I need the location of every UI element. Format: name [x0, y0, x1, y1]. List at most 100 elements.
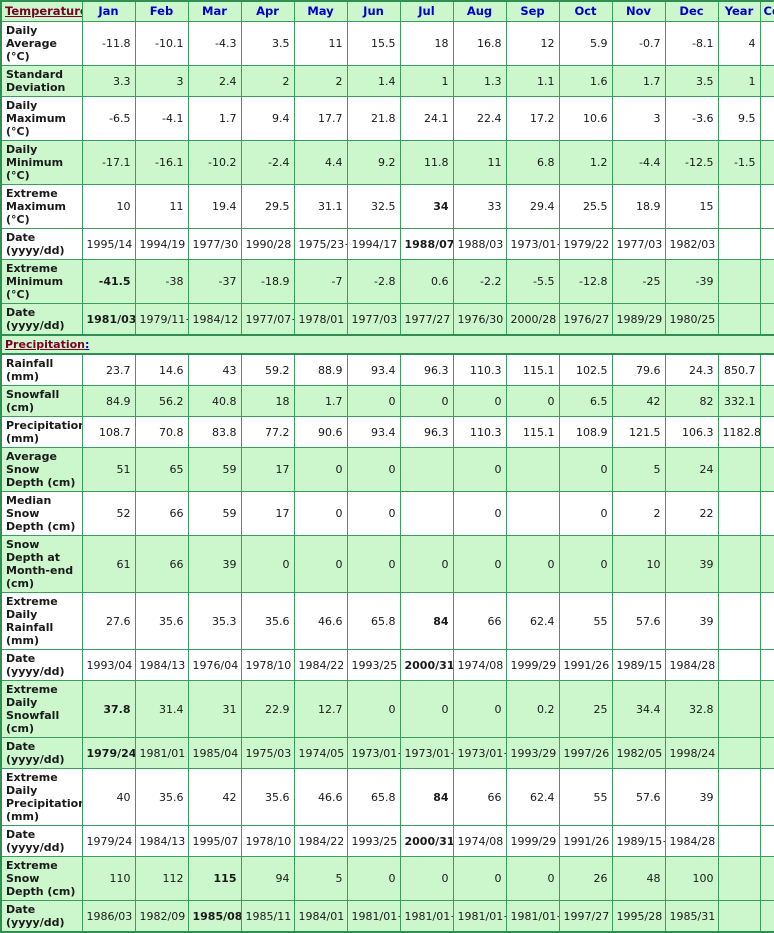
data-cell-code: C [759, 447, 774, 492]
row-label: Snowfall (cm) [0, 385, 83, 417]
data-cell: 1973/01+ [346, 737, 401, 769]
data-cell: 96.3 [399, 416, 454, 448]
data-cell-year [717, 491, 761, 536]
column-header-jul: Jul [399, 0, 454, 22]
data-cell-code [759, 592, 774, 650]
data-cell: 26 [558, 856, 613, 901]
data-cell: 79.6 [611, 353, 666, 386]
data-cell: 108.9 [558, 416, 613, 448]
data-cell: 1.4 [346, 65, 401, 97]
data-cell-year [717, 259, 761, 304]
data-cell: 17 [240, 447, 295, 492]
data-cell: 93.4 [346, 416, 401, 448]
data-cell: 1 [399, 65, 454, 97]
column-header-feb: Feb [134, 0, 189, 22]
data-cell: 1984/22 [293, 649, 348, 681]
data-cell-year [717, 680, 761, 738]
data-cell-code [759, 303, 774, 336]
data-cell: -39 [664, 259, 719, 304]
data-cell: 1978/01 [293, 303, 348, 336]
data-cell: 1989/15+ [611, 825, 666, 857]
data-cell: 115.1 [505, 353, 560, 386]
data-cell: 2000/28 [505, 303, 560, 336]
data-cell [399, 491, 454, 536]
data-cell: 55 [558, 592, 613, 650]
data-cell: 3 [611, 96, 666, 141]
data-cell: 62.4 [505, 768, 560, 826]
data-cell: 1984/13 [134, 825, 189, 857]
data-cell: 25.5 [558, 184, 613, 229]
data-cell: 35.3 [187, 592, 242, 650]
data-cell: 39 [187, 535, 242, 593]
data-cell-year [717, 535, 761, 593]
data-cell: 5 [611, 447, 666, 492]
data-cell: -10.2 [187, 140, 242, 185]
data-cell-code: A [759, 96, 774, 141]
data-cell-year [717, 447, 761, 492]
data-cell: 1990/28 [240, 228, 295, 260]
data-cell: 0 [346, 680, 401, 738]
row-label: Date (yyyy/dd) [0, 303, 83, 336]
row-label: Daily Maximum (°C) [0, 96, 83, 141]
data-cell: 6.5 [558, 385, 613, 417]
data-cell: 94 [240, 856, 295, 901]
data-cell: 32.5 [346, 184, 401, 229]
section-header-temperature: Temperature: [0, 0, 83, 22]
table-row: Precipitation (mm) 108.7 70.8 83.8 77.2 90.6 9… [0, 416, 774, 448]
data-cell-year [717, 184, 761, 229]
table-row: Date (yyyy/dd) 1986/03 1982/09 1985/08 1985/… [0, 900, 774, 933]
row-label: Extreme Daily Snowfall (cm) [0, 680, 83, 738]
data-cell: 82 [664, 385, 719, 417]
data-cell: 1989/15 [611, 649, 666, 681]
data-cell-code [759, 856, 774, 901]
data-cell: 0 [293, 491, 348, 536]
data-cell: 5.9 [558, 21, 613, 66]
data-cell-year [717, 768, 761, 826]
table-row: Extreme Daily Snowfall (cm) 37.8 31.4 31 22.… [0, 680, 774, 738]
data-cell: 59.2 [240, 353, 295, 386]
data-cell: 62.4 [505, 592, 560, 650]
data-cell: 1.2 [558, 140, 613, 185]
column-header-oct: Oct [558, 0, 613, 22]
table-row: Snow Depth at Month-end (cm) 61 66 39 0 0 0 0 0 0… [0, 535, 774, 593]
data-cell: 3.5 [664, 65, 719, 97]
section-title-text: Precipitation [5, 338, 85, 351]
section-header-precipitation: Precipitation: [0, 334, 774, 355]
data-cell: 10 [81, 184, 136, 229]
data-cell: 0 [240, 535, 295, 593]
data-cell: 24.3 [664, 353, 719, 386]
data-cell: 93.4 [346, 353, 401, 386]
table-row: Date (yyyy/dd) 1979/24 1984/13 1995/07 1978/… [0, 825, 774, 857]
data-cell: -3.6 [664, 96, 719, 141]
data-cell: 24 [664, 447, 719, 492]
data-cell: 115.1 [505, 416, 560, 448]
data-cell: 1.7 [293, 385, 348, 417]
data-cell: 1985/31 [664, 900, 719, 933]
data-cell: 1976/27 [558, 303, 613, 336]
table-row: Daily Maximum (°C) -6.5 -4.1 1.7 9.4 17.7 21.8… [0, 96, 774, 141]
data-cell-code [759, 228, 774, 260]
data-cell: 51 [81, 447, 136, 492]
data-cell: 31 [187, 680, 242, 738]
data-cell: 17.7 [293, 96, 348, 141]
data-cell [399, 447, 454, 492]
data-cell: 31.1 [293, 184, 348, 229]
data-cell: 1974/08 [452, 825, 507, 857]
data-cell: 3.5 [240, 21, 295, 66]
data-cell: 1999/29 [505, 649, 560, 681]
row-label: Extreme Daily Precipitation (mm) [0, 768, 83, 826]
data-cell: 5 [293, 856, 348, 901]
data-cell: 0 [505, 385, 560, 417]
data-cell: 17 [240, 491, 295, 536]
section-title-text: Temperature [5, 4, 82, 18]
data-cell: 1981/01+ [505, 900, 560, 933]
row-label: Average Snow Depth (cm) [0, 447, 83, 492]
data-cell: -2.8 [346, 259, 401, 304]
data-cell: 35.6 [240, 592, 295, 650]
data-cell: 15.5 [346, 21, 401, 66]
data-cell: 1985/04 [187, 737, 242, 769]
data-cell: 1977/03 [346, 303, 401, 336]
column-header-jun: Jun [346, 0, 401, 22]
data-cell: 1997/27 [558, 900, 613, 933]
table-row: Daily Average (°C) -11.8 -10.1 -4.3 3.5 11 15.… [0, 21, 774, 66]
